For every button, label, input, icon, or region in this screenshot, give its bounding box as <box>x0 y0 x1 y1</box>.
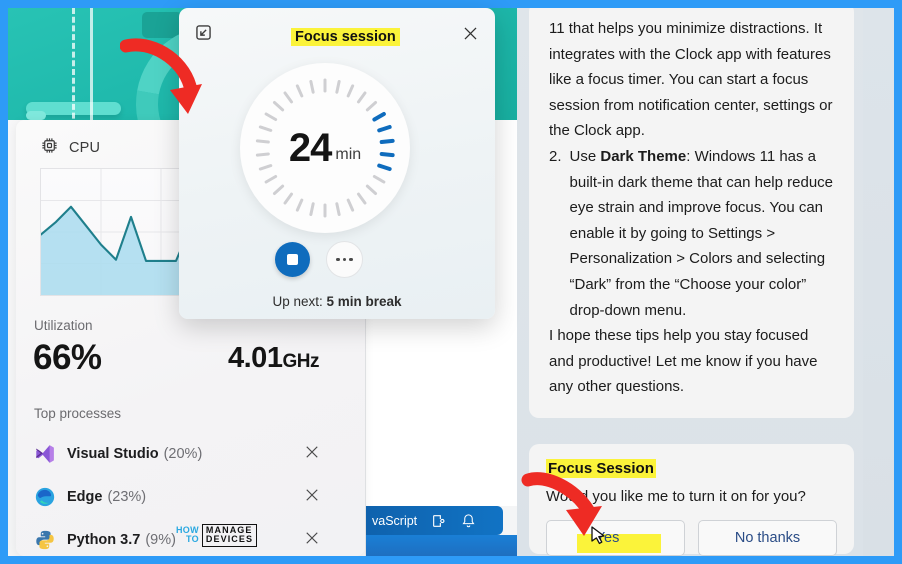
watermark: HOW TO MANAGE DEVICES <box>176 521 264 549</box>
focus-timer-readout: 24 min <box>240 63 410 233</box>
watermark-line4: DEVICES <box>205 534 254 544</box>
prompt-question: Would you like me to turn it on for you? <box>546 488 806 505</box>
up-next-prefix: Up next: <box>272 294 323 309</box>
list-item[interactable]: Visual Studio (20%) <box>16 432 365 475</box>
stop-glyph <box>287 254 298 265</box>
editor-status-bar[interactable]: vaScript <box>366 506 503 535</box>
process-percent: (9%) <box>145 531 176 548</box>
focus-session-prompt-card: Focus Session Would you like me to turn … <box>529 444 854 556</box>
cpu-chip-icon <box>40 136 59 160</box>
process-percent: (20%) <box>163 445 203 462</box>
close-icon[interactable] <box>303 443 323 463</box>
more-options-icon[interactable] <box>326 241 363 278</box>
visual-studio-icon <box>34 443 56 465</box>
dot <box>336 257 340 262</box>
remote-session-icon[interactable] <box>431 513 447 529</box>
mouse-cursor-icon <box>591 526 607 547</box>
utilization-label: Utilization <box>34 318 93 333</box>
focus-timer-dial-wrap: 24 min <box>240 63 434 233</box>
assistant-tips-list: 2. Use Dark Theme: Windows 11 has a buil… <box>549 144 834 323</box>
editor-language-label[interactable]: vaScript <box>372 514 417 528</box>
close-icon[interactable] <box>461 24 481 44</box>
stop-square-icon[interactable] <box>275 242 310 277</box>
watermark-left: HOW TO <box>176 525 199 545</box>
focus-session-popup[interactable]: Focus session 24 min Up next: 5 min brea… <box>179 8 495 319</box>
assistant-message-card: 11 that helps you minimize distractions.… <box>529 8 854 418</box>
unpin-icon[interactable] <box>193 22 215 44</box>
prompt-button-row: Yes No thanks <box>546 520 837 556</box>
edge-icon <box>34 486 56 508</box>
cpu-speed: 4.01GHz <box>228 342 319 375</box>
close-icon[interactable] <box>303 529 323 549</box>
chat-pane-right-strip <box>863 8 894 556</box>
desktop-taskbar-bottom <box>366 535 517 556</box>
yes-button[interactable]: Yes <box>546 520 685 556</box>
list-item-text: Use Dark Theme: Windows 11 has a built-i… <box>570 144 834 323</box>
python-icon <box>34 529 56 551</box>
cpu-speed-unit: GHz <box>282 351 319 372</box>
bell-icon[interactable] <box>461 513 477 529</box>
chat-pane: 11 that helps you minimize distractions.… <box>517 8 894 556</box>
watermark-box: MANAGE DEVICES <box>201 523 258 547</box>
up-next-value: 5 min break <box>326 294 402 309</box>
list-item-rest: : Windows 11 has a built-in dark theme t… <box>569 147 834 319</box>
focus-popup-actions <box>275 241 363 278</box>
process-name: Visual Studio <box>67 445 159 462</box>
watermark-line2: TO <box>185 534 199 544</box>
list-item-bold: Dark Theme <box>600 147 687 165</box>
focus-popup-title: Focus session <box>291 28 400 46</box>
cpu-widget-header: CPU <box>40 136 100 160</box>
process-name: Python 3.7 <box>67 531 141 548</box>
focus-popup-header: Focus session <box>179 8 495 54</box>
cpu-speed-value: 4.01 <box>228 342 283 374</box>
no-thanks-label: No thanks <box>734 530 801 546</box>
utilization-value: 66% <box>33 338 102 377</box>
wallpaper-shape-chip <box>142 12 182 38</box>
process-percent: (23%) <box>107 488 147 505</box>
process-name: Edge <box>67 488 103 505</box>
list-item[interactable]: Edge (23%) <box>16 475 365 518</box>
list-item-lead: Use <box>569 147 601 165</box>
dot <box>349 257 353 262</box>
focus-up-next: Up next: 5 min break <box>179 294 495 309</box>
assistant-paragraph-top: 11 that helps you minimize distractions.… <box>549 20 833 140</box>
assistant-closing: I hope these tips help you stay focused … <box>549 327 818 396</box>
wallpaper-vertical-line <box>90 8 93 136</box>
list-item: 2. Use Dark Theme: Windows 11 has a buil… <box>549 144 834 323</box>
no-thanks-button[interactable]: No thanks <box>698 520 837 556</box>
top-processes-label: Top processes <box>34 406 122 421</box>
dot <box>342 257 347 262</box>
focus-timer-minutes: 24 <box>288 125 332 170</box>
wallpaper-shape-bar-small <box>26 111 46 120</box>
prompt-title: Focus Session <box>546 459 656 478</box>
close-icon[interactable] <box>303 486 323 506</box>
list-item-number: 2. <box>549 147 562 165</box>
wallpaper-dashed-line <box>72 8 75 136</box>
screenshot-frame: CPU Utilization 66% 4.01GHz Top processe… <box>0 0 902 564</box>
focus-timer-unit: min <box>335 146 362 163</box>
cpu-widget-title: CPU <box>69 140 101 156</box>
